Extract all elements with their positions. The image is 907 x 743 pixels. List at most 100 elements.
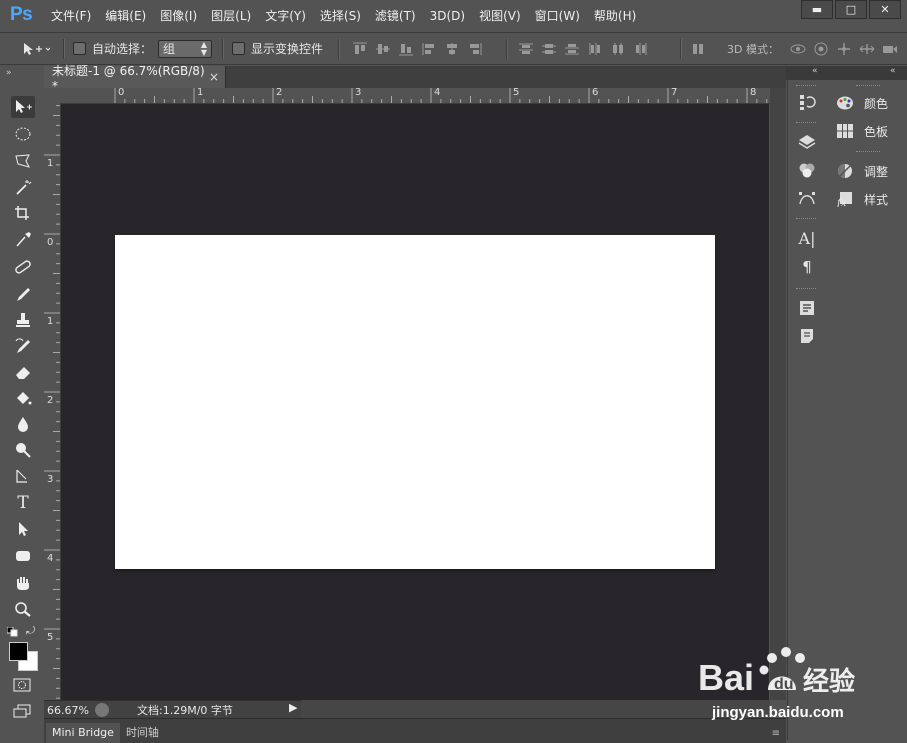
- menu-help[interactable]: 帮助(H): [587, 0, 643, 32]
- eyedropper-tool[interactable]: [11, 228, 35, 250]
- maximize-button[interactable]: □: [835, 0, 867, 19]
- baidu-logo: Bai du 经验: [698, 647, 855, 698]
- spinner-icon: ▲ ▼: [200, 39, 207, 57]
- notes-icon[interactable]: [796, 326, 818, 346]
- toolbar-collapse-icon[interactable]: »: [6, 68, 12, 78]
- character-icon[interactable]: A|: [796, 228, 818, 248]
- type-tool[interactable]: T: [11, 492, 35, 514]
- move-tool[interactable]: [11, 96, 35, 118]
- hand-tool[interactable]: [11, 572, 35, 594]
- document-tab[interactable]: 未标题-1 @ 66.7%(RGB/8) * ×: [44, 64, 226, 93]
- distribute-top-icon[interactable]: [516, 41, 535, 57]
- minimize-button[interactable]: ▬: [801, 0, 833, 19]
- path-select-tool[interactable]: [11, 518, 35, 540]
- menu-image[interactable]: 图像(I): [153, 0, 204, 32]
- distribute-bottom-icon[interactable]: [562, 41, 581, 57]
- align-hcenter-icon[interactable]: [442, 41, 461, 57]
- swap-colors-icon[interactable]: ⤾: [26, 624, 35, 638]
- magic-wand-tool[interactable]: [11, 176, 35, 198]
- foreground-color-swatch[interactable]: [9, 642, 28, 661]
- history-brush-tool[interactable]: [11, 335, 35, 357]
- dock-collapse-icon[interactable]: «: [812, 66, 818, 76]
- screen-mode-icon[interactable]: [13, 704, 31, 721]
- menu-layer[interactable]: 图层(L): [204, 0, 258, 32]
- crop-tool[interactable]: [11, 202, 35, 224]
- menu-filter[interactable]: 滤镜(T): [368, 0, 423, 32]
- align-right-icon[interactable]: [465, 41, 484, 57]
- menu-view[interactable]: 视图(V): [472, 0, 528, 32]
- blur-tool[interactable]: [11, 413, 35, 435]
- status-menu-arrow-icon[interactable]: ▶: [289, 701, 297, 714]
- dock-grip[interactable]: [796, 85, 816, 89]
- align-top-icon[interactable]: [350, 41, 369, 57]
- auto-select-checkbox[interactable]: [73, 42, 86, 55]
- dock-grip[interactable]: [796, 288, 816, 292]
- ruler-top-ticks: [114, 88, 768, 103]
- eraser-tool[interactable]: [11, 361, 35, 383]
- paragraph-icon[interactable]: ¶: [796, 257, 818, 277]
- tab-timeline[interactable]: 时间轴: [120, 723, 165, 743]
- zoom-tool[interactable]: [11, 598, 35, 620]
- properties-icon[interactable]: [796, 298, 818, 318]
- history-icon[interactable]: [796, 92, 818, 112]
- auto-align-icon[interactable]: [688, 41, 707, 57]
- menu-type[interactable]: 文字(Y): [258, 0, 313, 32]
- brush-tool[interactable]: [11, 283, 35, 305]
- default-colors-icon[interactable]: [6, 626, 19, 640]
- menu-window[interactable]: 窗口(W): [528, 0, 587, 32]
- 3d-orbit-icon[interactable]: [788, 41, 807, 57]
- pen-tool[interactable]: [11, 466, 35, 488]
- close-tab-icon[interactable]: ×: [209, 70, 219, 84]
- status-options-icon[interactable]: [95, 703, 109, 717]
- vertical-scrollbar[interactable]: [770, 88, 786, 700]
- distribute-hcenter-icon[interactable]: [608, 41, 627, 57]
- healing-tool[interactable]: [11, 256, 35, 278]
- 3d-slide-icon[interactable]: [857, 41, 876, 57]
- 3d-camera-icon[interactable]: [880, 41, 899, 57]
- group-select[interactable]: 组 ▲ ▼: [158, 39, 212, 58]
- close-button[interactable]: ✕: [869, 0, 901, 19]
- shape-tool[interactable]: [11, 545, 35, 567]
- layers-icon[interactable]: [796, 132, 818, 152]
- swatches-panel-button[interactable]: 色板: [836, 120, 888, 142]
- 3d-roll-icon[interactable]: [811, 41, 830, 57]
- move-tool-icon: [16, 100, 32, 113]
- distribute-left-icon[interactable]: [585, 41, 604, 57]
- menu-file[interactable]: 文件(F): [44, 0, 98, 32]
- color-panel-button[interactable]: 颜色: [836, 92, 888, 114]
- ruler-top-num: 1: [197, 88, 204, 98]
- menu-3d[interactable]: 3D(D): [423, 0, 472, 32]
- move-tool-preset[interactable]: [22, 33, 50, 64]
- show-transform-checkbox[interactable]: [232, 42, 245, 55]
- clone-stamp-tool[interactable]: [11, 309, 35, 331]
- adjustments-panel-button[interactable]: 调整: [836, 160, 888, 182]
- document-canvas[interactable]: [115, 235, 715, 569]
- lasso-icon: [15, 154, 30, 168]
- align-left-icon[interactable]: [419, 41, 438, 57]
- menu-edit[interactable]: 编辑(E): [98, 0, 153, 32]
- marquee-tool[interactable]: [11, 123, 35, 145]
- menu-bar: Ps 文件(F) 编辑(E) 图像(I) 图层(L) 文字(Y) 选择(S) 滤…: [0, 0, 907, 33]
- paint-bucket-tool[interactable]: [11, 387, 35, 409]
- dodge-tool[interactable]: [11, 439, 35, 461]
- 3d-pan-icon[interactable]: [834, 41, 853, 57]
- dock-grip[interactable]: [796, 122, 816, 126]
- dock-grip[interactable]: [856, 85, 880, 89]
- align-bottom-icon[interactable]: [396, 41, 415, 57]
- tab-mini-bridge[interactable]: Mini Bridge: [46, 723, 120, 743]
- dock-grip[interactable]: [796, 218, 816, 222]
- lasso-tool[interactable]: [11, 150, 35, 172]
- dock-grip[interactable]: [856, 151, 880, 155]
- zoom-level[interactable]: 66.67%: [47, 704, 95, 717]
- ruler-top-num: 7: [671, 88, 678, 98]
- ruler-top-num: 4: [434, 88, 441, 98]
- quick-mask-icon[interactable]: [13, 678, 31, 695]
- align-vcenter-icon[interactable]: [373, 41, 392, 57]
- distribute-right-icon[interactable]: [631, 41, 650, 57]
- paths-icon[interactable]: [796, 188, 818, 208]
- distribute-vcenter-icon[interactable]: [539, 41, 558, 57]
- menu-select[interactable]: 选择(S): [313, 0, 368, 32]
- channels-icon[interactable]: [796, 160, 818, 180]
- panel-collapse-icon[interactable]: «: [890, 66, 896, 76]
- styles-panel-button[interactable]: fx 样式: [836, 188, 888, 210]
